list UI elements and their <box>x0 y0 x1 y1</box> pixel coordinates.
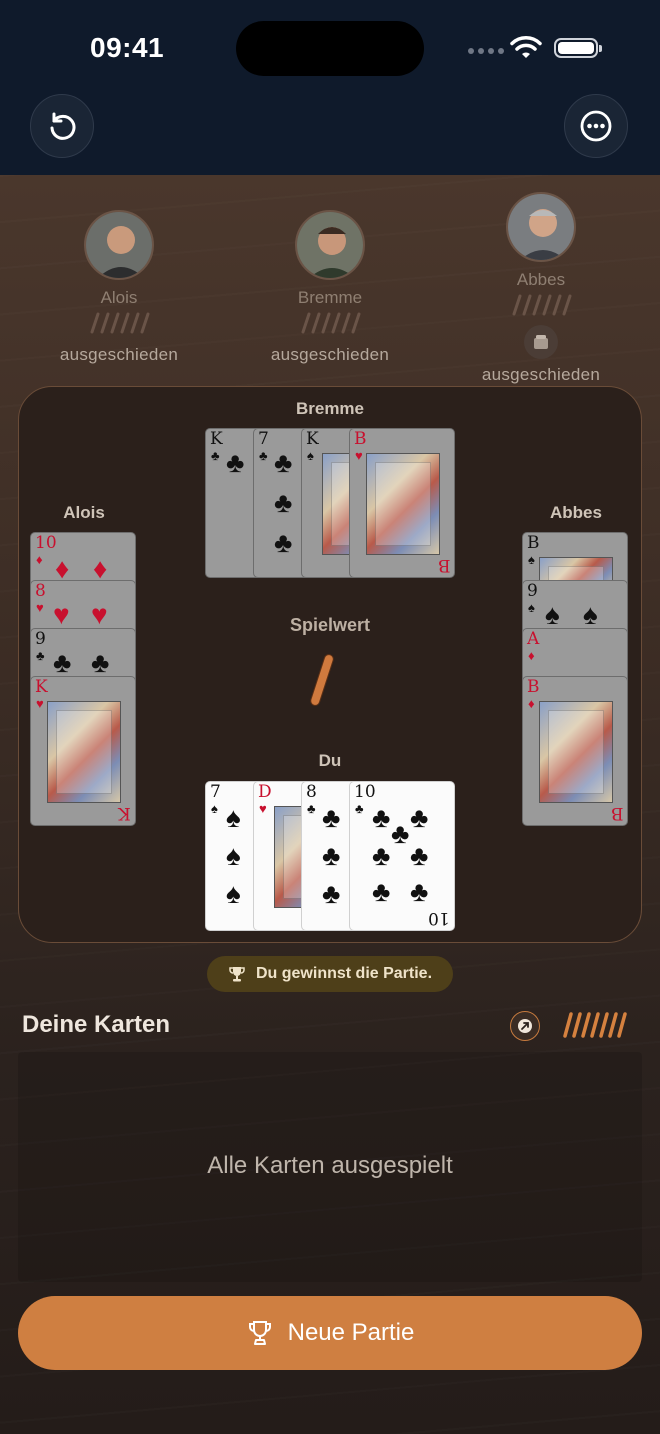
seat-label-left: Alois <box>63 503 105 522</box>
status-time: 09:41 <box>90 32 165 63</box>
avatar <box>295 210 365 280</box>
pot-icon <box>524 325 558 359</box>
new-game-label: Neue Partie <box>287 1319 415 1346</box>
header: 09:41 <box>0 0 660 175</box>
undo-icon <box>50 112 76 140</box>
seat-label-bottom: Du <box>318 751 342 770</box>
player-name: Abbes <box>516 270 566 289</box>
result-text: Du gewinnst die Partie. <box>255 965 433 982</box>
trophy-icon <box>229 967 245 982</box>
played-card: 10 ♣ ♣ ♣ ♣ ♣ ♣ ♣ ♣ 10 <box>349 781 455 931</box>
player-name: Alois <box>100 288 138 307</box>
tally-icon <box>563 1012 627 1038</box>
wifi-icon <box>510 36 542 58</box>
hand-title: Deine Karten <box>22 1011 171 1038</box>
tally-icon <box>301 312 361 334</box>
more-options-button[interactable] <box>564 94 628 158</box>
hand-empty-message: Alle Karten ausgespielt <box>207 1152 453 1179</box>
seat-label-top: Bremme <box>295 399 365 418</box>
player-status: ausgeschieden <box>270 345 390 364</box>
more-icon <box>580 110 612 142</box>
spielwert-label: Spielwert <box>289 615 371 635</box>
player-status: ausgeschieden <box>481 365 601 384</box>
player-status: ausgeschieden <box>59 345 179 364</box>
tally-icon <box>90 312 150 334</box>
result-banner: Du gewinnst die Partie. <box>207 956 453 992</box>
trophy-icon <box>248 1321 271 1345</box>
opponent-bremme: Bremme ausgeschieden <box>240 210 420 365</box>
seat-label-right: Abbes <box>550 503 602 522</box>
signal-icon <box>468 48 504 54</box>
opponent-abbes: Abbes ausgeschieden <box>451 192 631 385</box>
player-name: Bremme <box>297 288 363 307</box>
opponent-alois: Alois ausgeschieden <box>29 210 209 365</box>
played-card: B ♥ B <box>349 428 455 578</box>
tally-icon <box>512 294 572 316</box>
dealer-indicator-icon[interactable] <box>510 1011 540 1041</box>
avatar <box>84 210 154 280</box>
new-game-button[interactable]: Neue Partie <box>18 1296 642 1370</box>
played-card: B ♦ B <box>522 676 628 826</box>
avatar <box>506 192 576 262</box>
undo-button[interactable] <box>30 94 94 158</box>
battery-icon <box>554 38 602 58</box>
dynamic-island <box>236 21 424 76</box>
played-card: K ♥ K <box>30 676 136 826</box>
